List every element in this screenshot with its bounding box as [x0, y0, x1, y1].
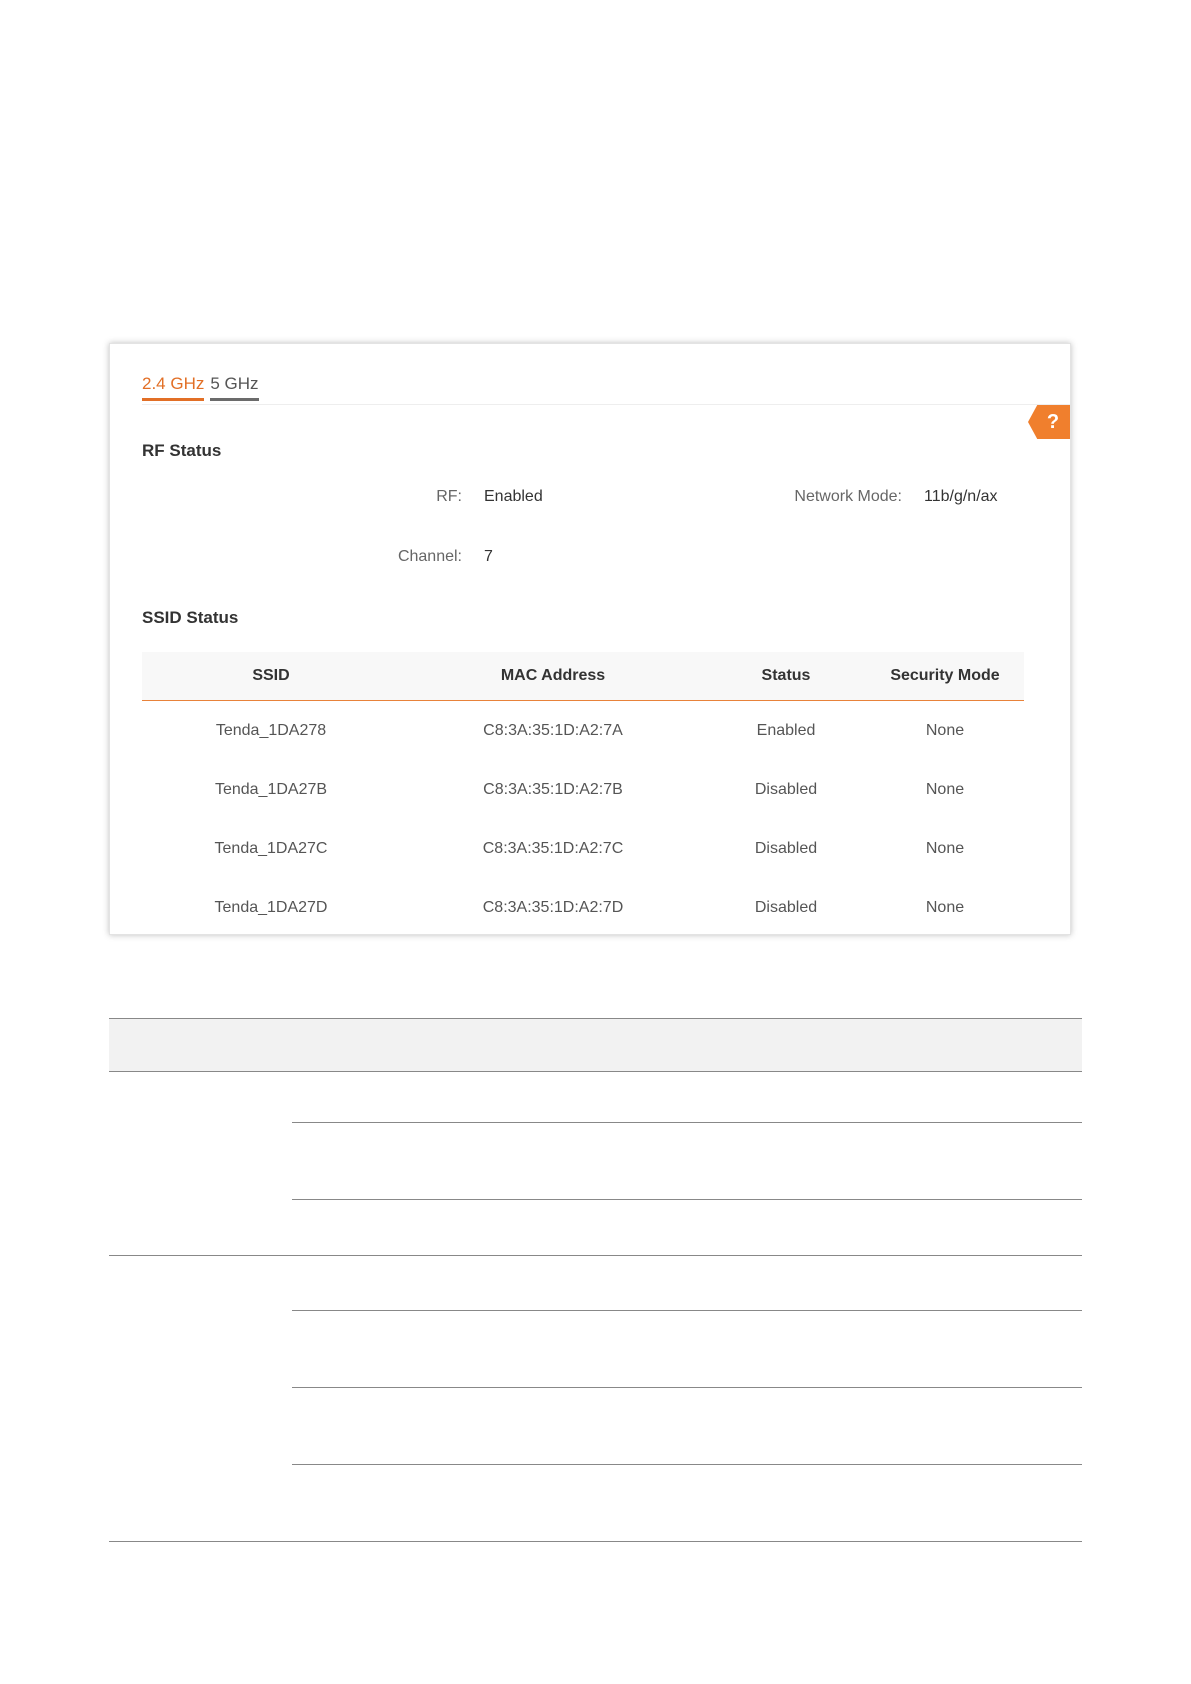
ssid-status-table: SSID MAC Address Status Security Mode Te…: [142, 652, 1024, 937]
channel-label: Channel:: [397, 548, 462, 565]
cell-security-mode: None: [925, 839, 965, 857]
table-row: [292, 1123, 1082, 1200]
cell-status: Disabled: [754, 898, 818, 916]
parameter-description-table: [109, 1018, 1082, 1542]
table-row: Tenda_1DA27C C8:3A:35:1D:A2:7C Disabled …: [142, 819, 1024, 878]
cell-ssid: Tenda_1DA27B: [214, 780, 328, 798]
cell-mac-address: C8:3A:35:1D:A2:7B: [483, 780, 623, 798]
tab-2-4ghz[interactable]: 2.4 GHz: [142, 374, 205, 401]
table-row: [292, 1465, 1082, 1541]
tab-divider: [142, 404, 1070, 405]
table-row: Tenda_1DA27D C8:3A:35:1D:A2:7D Disabled …: [142, 878, 1024, 937]
table-group-rf-status: [109, 1072, 1082, 1256]
wifi-status-panel: 2.4 GHz 5 GHz ? RF Status RF: Enabled Ne…: [109, 343, 1071, 935]
band-tabs: 2.4 GHz 5 GHz: [142, 374, 259, 401]
cell-mac-address: C8:3A:35:1D:A2:7A: [483, 721, 623, 739]
table-header-row: [109, 1018, 1082, 1072]
table-group-ssid-status: [109, 1256, 1082, 1542]
help-icon[interactable]: ?: [1028, 405, 1070, 439]
table-row: [292, 1256, 1082, 1311]
cell-status: Disabled: [754, 839, 818, 857]
rf-label: RF:: [436, 488, 462, 505]
column-header-ssid: SSID: [142, 652, 400, 701]
network-mode-value: 11b/g/n/ax: [924, 488, 998, 505]
cell-security-mode: None: [925, 721, 965, 739]
tab-5ghz[interactable]: 5 GHz: [210, 374, 259, 401]
table-row: [292, 1072, 1082, 1123]
cell-ssid: Tenda_1DA27C: [214, 839, 328, 857]
rf-value: Enabled: [484, 488, 543, 505]
channel-value: 7: [484, 548, 493, 565]
table-row: [292, 1388, 1082, 1465]
rf-status-title: RF Status: [142, 441, 222, 460]
cell-security-mode: None: [925, 898, 965, 916]
table-row: Tenda_1DA27B C8:3A:35:1D:A2:7B Disabled …: [142, 760, 1024, 819]
column-header-status: Status: [706, 652, 866, 701]
table-header-row: SSID MAC Address Status Security Mode: [142, 652, 1024, 701]
cell-ssid: Tenda_1DA27D: [214, 898, 328, 916]
column-header-security-mode: Security Mode: [866, 652, 1024, 701]
cell-status: Enabled: [756, 721, 816, 739]
cell-security-mode: None: [925, 780, 965, 798]
column-header-mac-address: MAC Address: [400, 652, 706, 701]
table-row: Tenda_1DA278 C8:3A:35:1D:A2:7A Enabled N…: [142, 701, 1024, 761]
table-row: [292, 1311, 1082, 1388]
cell-status: Disabled: [754, 780, 818, 798]
ssid-status-title: SSID Status: [142, 608, 239, 627]
network-mode-label: Network Mode:: [794, 488, 902, 505]
cell-mac-address: C8:3A:35:1D:A2:7D: [482, 898, 624, 916]
cell-ssid: Tenda_1DA278: [215, 721, 327, 739]
table-row: [292, 1200, 1082, 1255]
cell-mac-address: C8:3A:35:1D:A2:7C: [482, 839, 624, 857]
